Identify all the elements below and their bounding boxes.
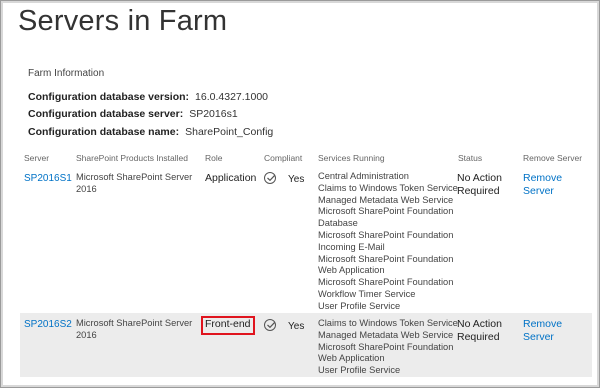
service-item: Microsoft SharePoint Foundation [318,277,454,288]
service-item: Central Administration [318,171,409,181]
column-header-server: Server [24,153,50,163]
products-line: Microsoft SharePoint Server [76,172,193,182]
status-line: Required [457,330,500,343]
service-item: Microsoft SharePoint Foundation [318,206,454,217]
service-item: Database [318,218,358,229]
check-circle-icon [264,319,276,331]
column-header-compliant: Compliant [264,153,303,163]
server-status: No Action Required [457,318,502,343]
status-line: No Action [457,318,502,330]
remove-line: Remove [523,318,563,330]
service-item: User Profile Service [318,300,401,311]
config-name-row: Configuration database name: SharePoint_… [28,123,273,141]
service-item: User Profile Service [318,365,401,376]
service-item: Managed Metadata Web Service [318,194,454,205]
service-item: Claims to Windows Token Service [318,318,458,328]
role-highlight-box [201,316,255,335]
service-item: Web Application [318,353,385,364]
remove-server-link[interactable]: Remove Server [523,318,562,343]
service-item: Microsoft SharePoint Foundation [318,253,454,264]
farm-information-heading: Farm Information [28,68,105,79]
config-server-row: Configuration database server: SP2016s1 [28,106,273,124]
service-item: Managed Metadata Web Service [318,329,454,340]
table-row: SP2016S1 Microsoft SharePoint Server 201… [20,167,592,313]
products-installed: Microsoft SharePoint Server 2016 [76,172,192,196]
products-line: 2016 [76,329,97,340]
status-line: No Action [457,172,502,184]
column-header-status: Status [458,153,483,163]
service-item: Incoming E-Mail [318,241,385,252]
compliant-value: Yes [288,321,305,332]
products-installed: Microsoft SharePoint Server 2016 [76,318,192,342]
server-status: No Action Required [457,172,502,197]
config-server-label: Configuration database server: [28,108,184,121]
page-title: Servers in Farm [18,5,228,37]
service-item: Web Application [318,265,385,276]
table-row: SP2016S2 Microsoft SharePoint Server 201… [20,313,592,377]
remove-server-link[interactable]: Remove Server [523,172,562,197]
services-running: Claims to Windows Token Service Managed … [318,318,458,377]
column-header-role: Role [205,153,223,163]
remove-line: Server [523,184,554,197]
config-version-label: Configuration database version: [28,90,190,103]
config-server-value: SP2016s1 [189,108,238,121]
services-running: Central Administration Claims to Windows… [318,171,458,313]
column-header-services: Services Running [318,153,385,163]
service-item: Microsoft SharePoint Foundation [318,341,454,352]
compliant-value: Yes [288,174,305,185]
check-circle-icon [264,172,276,184]
server-link[interactable]: SP2016S2 [24,319,72,331]
service-item: Microsoft SharePoint Foundation [318,229,454,240]
products-line: 2016 [76,183,97,194]
server-link[interactable]: SP2016S1 [24,173,72,185]
config-name-value: SharePoint_Config [185,125,274,138]
products-line: Microsoft SharePoint Server [76,318,193,328]
config-version-value: 16.0.4327.1000 [195,90,269,103]
config-version-row: Configuration database version: 16.0.432… [28,88,273,106]
status-line: Required [457,184,500,197]
column-header-remove: Remove Server [523,153,583,163]
config-name-label: Configuration database name: [28,125,180,138]
remove-line: Server [523,330,554,343]
servers-table-header: Server SharePoint Products Installed Rol… [0,153,600,165]
service-item: Workflow Timer Service [318,288,416,299]
remove-line: Remove [523,172,563,184]
farm-config-section: Configuration database version: 16.0.432… [28,88,273,141]
column-header-products: SharePoint Products Installed [76,153,188,163]
service-item: Claims to Windows Token Service [318,182,458,193]
server-role: Application [205,172,257,184]
